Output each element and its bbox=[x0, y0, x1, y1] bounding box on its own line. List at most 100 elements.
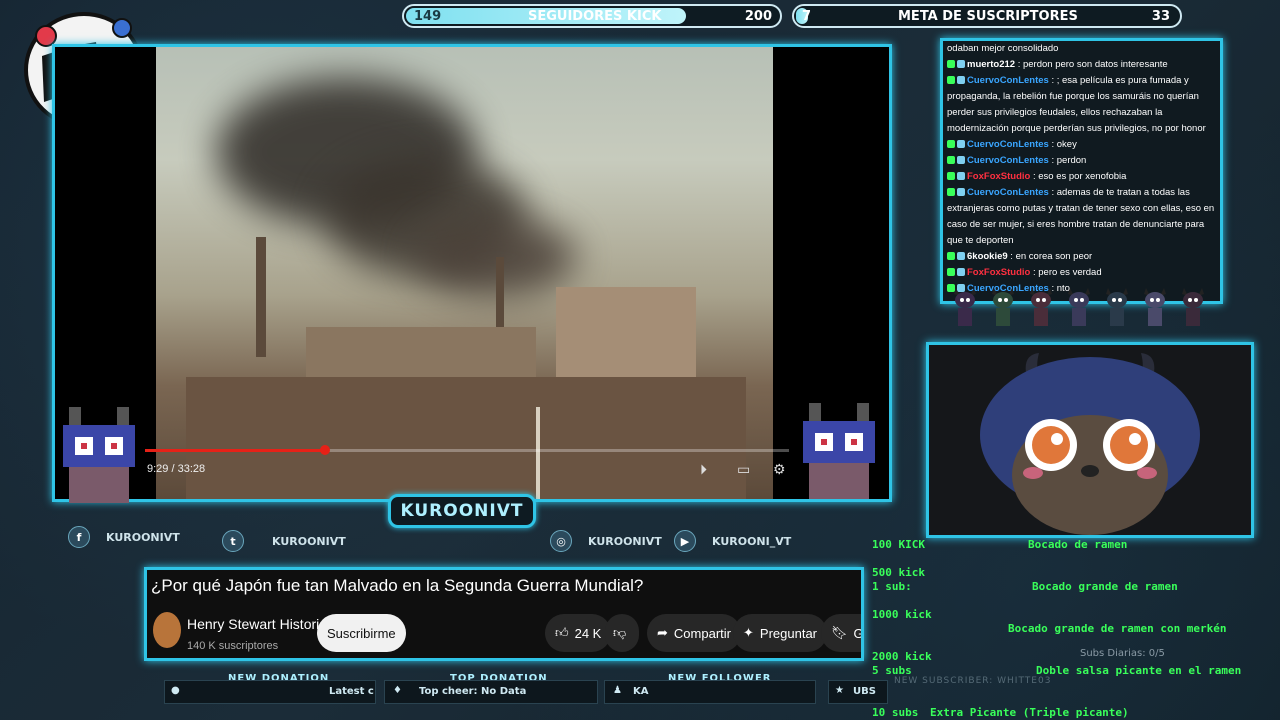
daily-subs-counter: Subs Diarias: 0/5 bbox=[1080, 648, 1165, 659]
facebook-handle: KUROONIVT bbox=[106, 530, 180, 544]
user-badge-icon bbox=[957, 76, 965, 85]
chat-message: CuervoConLentes : ademas de te tratan a … bbox=[947, 187, 1215, 246]
pixel-mascot-left bbox=[63, 407, 135, 503]
subscribers-goal-bar: 7 META DE SUSCRIPTORES 33 bbox=[792, 4, 1182, 28]
dislike-button[interactable]: 👎︎ bbox=[605, 614, 639, 652]
video-frame bbox=[156, 47, 773, 499]
social-facebook[interactable]: f KUROONIVT bbox=[68, 526, 180, 548]
chibi-character bbox=[1144, 288, 1166, 326]
chat-username[interactable]: FoxFoxStudio bbox=[967, 267, 1030, 278]
video-controls: 9:29 / 33:28 ⏵ ▭ ⚙ bbox=[145, 445, 789, 489]
kick-badge-icon bbox=[947, 60, 955, 69]
thumbs-down-icon: 👎︎ bbox=[613, 625, 627, 640]
kick-badge-icon bbox=[947, 252, 955, 261]
instagram-handle: KUROONIVT bbox=[588, 534, 662, 548]
save-label: Gu bbox=[853, 625, 864, 641]
reward-5-name: Extra Picante (Triple picante) bbox=[930, 706, 1129, 719]
reward-2-name: Bocado grande de ramen bbox=[1032, 580, 1178, 593]
kick-badge-icon bbox=[947, 268, 955, 277]
subscribe-label: Suscribirme bbox=[327, 625, 396, 641]
facebook-icon: f bbox=[68, 526, 90, 548]
dollar-icon: ● bbox=[171, 685, 180, 696]
kick-goal-current: 149 bbox=[414, 8, 442, 24]
chat-message: 6kookie9 : en corea son peor bbox=[943, 249, 1220, 265]
chat-username[interactable]: 6kookie9 bbox=[967, 251, 1008, 262]
new-donation-bar: ● Latest c bbox=[164, 680, 376, 704]
reward-2-cost: 500 kick bbox=[872, 566, 925, 579]
chibi-character bbox=[1030, 288, 1052, 326]
subtitles-icon[interactable]: ▭ bbox=[737, 461, 750, 478]
video-time: 9:29 / 33:28 bbox=[147, 463, 206, 475]
video-progress-bar[interactable] bbox=[145, 445, 789, 455]
share-button[interactable]: ➦ Compartir bbox=[647, 614, 741, 652]
top-donation-bar: ♦ Top cheer: No Data bbox=[384, 680, 598, 704]
chat-username[interactable]: FoxFoxStudio bbox=[967, 171, 1030, 182]
social-youtube[interactable]: ▶ KUROONI_VT bbox=[674, 530, 791, 552]
streamer-name-badge: KUROONIVT bbox=[388, 494, 536, 528]
chat-username[interactable]: CuervoConLentes bbox=[967, 139, 1049, 150]
user-badge-icon bbox=[957, 172, 965, 181]
user-badge-icon bbox=[957, 140, 965, 149]
star-icon: ★ bbox=[835, 685, 844, 696]
save-button[interactable]: 🔖︎ Gu bbox=[821, 614, 864, 652]
subs-goal-target: 33 bbox=[1151, 8, 1170, 24]
reward-4-cost: 2000 kick bbox=[872, 650, 932, 663]
sparkle-icon: ✦ bbox=[743, 625, 754, 640]
like-button[interactable]: 👍︎ 24 K bbox=[545, 614, 612, 652]
kick-goal-target: 200 bbox=[744, 8, 772, 24]
pixel-mascot-right bbox=[803, 403, 875, 499]
chat-message: CuervoConLentes : perdon bbox=[943, 153, 1220, 169]
chibi-character bbox=[992, 288, 1014, 326]
chat-username[interactable]: CuervoConLentes bbox=[967, 187, 1049, 198]
user-badge-icon bbox=[957, 252, 965, 261]
chat-text: pero es verdad bbox=[1038, 267, 1102, 278]
share-label: Compartir bbox=[673, 625, 731, 641]
user-icon: ♟ bbox=[613, 685, 622, 696]
chat-text: perdon bbox=[1056, 155, 1087, 166]
user-badge-icon bbox=[957, 156, 965, 165]
chat-text: odaban mejor consolidado bbox=[947, 43, 1059, 54]
chibi-character bbox=[1106, 288, 1128, 326]
subscribe-button[interactable]: Suscribirme bbox=[317, 614, 406, 652]
chat-username[interactable]: CuervoConLentes bbox=[967, 155, 1049, 166]
vtuber-camera bbox=[926, 342, 1254, 538]
share-icon: ➦ bbox=[657, 625, 668, 640]
autoplay-toggle-icon[interactable]: ⏵ bbox=[700, 461, 707, 478]
reward-1-cost: 100 KICK bbox=[872, 538, 925, 551]
kick-badge-icon bbox=[947, 188, 955, 197]
top-donation-value: Top cheer: No Data bbox=[419, 686, 527, 697]
user-badge-icon bbox=[957, 60, 965, 69]
reward-4-name: Doble salsa picante en el ramen bbox=[1036, 664, 1242, 677]
chat-username[interactable]: muerto212 bbox=[967, 59, 1015, 70]
kick-followers-goal-bar: 149 SEGUIDORES KICK 200 bbox=[402, 4, 782, 28]
drop-icon: ♦ bbox=[393, 685, 402, 696]
reward-1-name: Bocado de ramen bbox=[1028, 538, 1128, 551]
chat-message: odaban mejor consolidado bbox=[943, 41, 1220, 57]
youtube-icon: ▶ bbox=[674, 530, 696, 552]
chat-message: FoxFoxStudio : eso es por xenofobia bbox=[943, 169, 1220, 185]
kick-badge-icon bbox=[947, 156, 955, 165]
channel-name[interactable]: Henry Stewart Historia bbox=[187, 616, 327, 632]
kick-goal-label: SEGUIDORES KICK bbox=[528, 8, 662, 24]
kick-badge-icon bbox=[947, 140, 955, 149]
user-badge-icon bbox=[957, 188, 965, 197]
chat-panel: odaban mejor consolidado muerto212 : perd… bbox=[940, 38, 1223, 304]
social-instagram[interactable]: ◎ KUROONIVT bbox=[550, 530, 662, 552]
rewards-list: 100 KICK Bocado de ramen 500 kick 1 sub:… bbox=[870, 532, 1260, 720]
chat-username[interactable]: CuervoConLentes bbox=[967, 75, 1049, 86]
user-badge-icon bbox=[957, 268, 965, 277]
settings-gear-icon[interactable]: ⚙ bbox=[773, 461, 786, 478]
chibi-character bbox=[1068, 288, 1090, 326]
chat-text: okey bbox=[1056, 139, 1077, 150]
new-donation-value: Latest c bbox=[329, 686, 374, 697]
chat-text: eso es por xenofobia bbox=[1038, 171, 1127, 182]
chat-message: CuervoConLentes : ; esa película es pura… bbox=[947, 75, 1206, 134]
chat-text: en corea son peor bbox=[1015, 251, 1093, 262]
channel-avatar[interactable] bbox=[153, 612, 181, 648]
vtuber-avatar bbox=[980, 353, 1200, 535]
social-twitter[interactable]: t KUROONIVT bbox=[222, 530, 346, 552]
chat-message: muerto212 : perdon pero son datos intere… bbox=[943, 57, 1220, 73]
subs-goal-current: 7 bbox=[802, 8, 812, 24]
video-player[interactable]: 9:29 / 33:28 ⏵ ▭ ⚙ bbox=[52, 44, 892, 503]
ask-button[interactable]: ✦ Preguntar bbox=[733, 614, 827, 652]
